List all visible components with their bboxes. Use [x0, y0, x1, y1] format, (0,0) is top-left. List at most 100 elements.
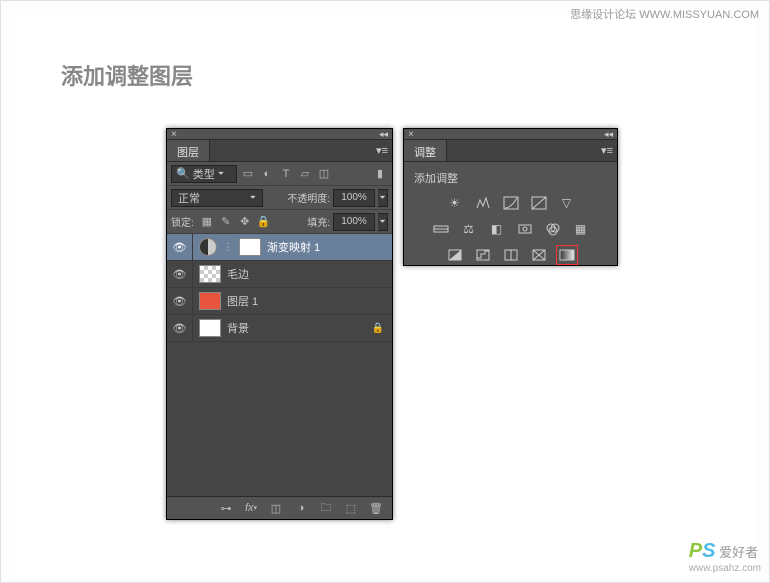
selective-color-icon[interactable]: [529, 246, 549, 264]
chevron-down-icon: ⏷: [250, 193, 256, 203]
filter-pixel-icon[interactable]: ▭: [240, 166, 256, 182]
adjust-row-1: ☀ ▽: [445, 194, 577, 212]
visibility-toggle[interactable]: 👁: [167, 234, 193, 260]
vibrance-icon[interactable]: ▽: [557, 194, 577, 212]
panel-menu-icon[interactable]: ▾≡: [601, 144, 613, 157]
exposure-icon[interactable]: [529, 194, 549, 212]
layer-content: 毛边: [193, 261, 392, 287]
opacity-input[interactable]: 100%: [333, 189, 375, 207]
tab-bar: 调整 ▾≡: [404, 140, 617, 162]
lock-transparent-icon[interactable]: ▦: [199, 214, 215, 230]
lock-label: 锁定:: [171, 214, 194, 229]
filter-type-icon[interactable]: T: [278, 166, 294, 182]
layer-list: 👁 ⋮ 渐变映射 1 👁 毛边 👁 图层 1 👁: [167, 234, 392, 496]
lock-row: 锁定: ▦ ✎ ✥ 🔒 填充: 100% ⏷: [167, 210, 392, 234]
lock-all-icon[interactable]: 🔒: [256, 214, 272, 230]
filter-smart-icon[interactable]: ◫: [316, 166, 332, 182]
threshold-icon[interactable]: [501, 246, 521, 264]
brand-p: P: [689, 540, 702, 562]
visibility-toggle[interactable]: 👁: [167, 288, 193, 314]
link-icon: ⋮: [223, 242, 233, 253]
visibility-toggle[interactable]: 👁: [167, 261, 193, 287]
gradient-map-icon[interactable]: [557, 246, 577, 264]
brightness-contrast-icon[interactable]: ☀: [445, 194, 465, 212]
filter-adjust-icon[interactable]: ◐: [259, 166, 275, 182]
fx-button[interactable]: fx▾: [243, 500, 259, 516]
lock-position-icon[interactable]: ✥: [237, 214, 253, 230]
layer-content: 图层 1: [193, 288, 392, 314]
layer-thumb[interactable]: [199, 292, 221, 310]
photo-filter-icon[interactable]: [515, 220, 535, 238]
layer-row-background[interactable]: 👁 背景 🔒: [167, 315, 392, 342]
filter-kind-label: 类型: [193, 166, 215, 182]
layer-thumb[interactable]: [199, 319, 221, 337]
layer-mask-thumb[interactable]: [239, 238, 261, 256]
link-layers-button[interactable]: ⊶: [218, 500, 234, 516]
adjust-title: 添加调整: [414, 170, 607, 186]
adjustment-thumb-icon: [199, 238, 217, 256]
layer-filter-row: 🔍 类型 ⏷ ▭ ◐ T ▱ ◫ ▮: [167, 162, 392, 186]
layer-name[interactable]: 渐变映射 1: [267, 239, 320, 255]
channel-mixer-icon[interactable]: [543, 220, 563, 238]
adjustments-panel: × ◂◂ 调整 ▾≡ 添加调整 ☀ ▽ ⚖ ◧ ▦: [403, 128, 618, 266]
lock-icon: 🔒: [372, 323, 384, 334]
layer-content: ⋮ 渐变映射 1: [193, 234, 392, 260]
close-icon[interactable]: ×: [171, 129, 177, 140]
opacity-label: 不透明度:: [287, 190, 330, 205]
add-mask-button[interactable]: ◫: [268, 500, 284, 516]
black-white-icon[interactable]: ◧: [487, 220, 507, 238]
layers-footer: ⊶ fx▾ ◫ ◑ 🗀 ⬚ 🗑: [167, 496, 392, 519]
collapse-icon[interactable]: ◂◂: [379, 129, 388, 140]
adjust-row-3: [445, 246, 577, 264]
layer-row-layer1[interactable]: 👁 图层 1: [167, 288, 392, 315]
new-adjustment-button[interactable]: ◑: [293, 500, 309, 516]
layer-content: 背景 🔒: [193, 315, 392, 341]
layer-name[interactable]: 毛边: [227, 266, 249, 282]
delete-layer-button[interactable]: 🗑: [368, 500, 384, 516]
opacity-chevron-icon[interactable]: ⏷: [378, 189, 388, 207]
layer-row-maobian[interactable]: 👁 毛边: [167, 261, 392, 288]
layer-row-gradient-map[interactable]: 👁 ⋮ 渐变映射 1: [167, 234, 392, 261]
page-title: 添加调整图层: [61, 59, 193, 91]
blend-mode-select[interactable]: 正常 ⏷: [171, 189, 263, 207]
levels-icon[interactable]: [473, 194, 493, 212]
panel-menu-icon[interactable]: ▾≡: [376, 144, 388, 157]
color-lookup-icon[interactable]: ▦: [571, 220, 591, 238]
brand-url: www.psahz.com: [689, 563, 761, 574]
watermark-bottom: PS 爱好者 www.psahz.com: [689, 540, 761, 574]
collapse-icon[interactable]: ◂◂: [604, 129, 613, 140]
layers-panel: × ◂◂ 图层 ▾≡ 🔍 类型 ⏷ ▭ ◐ T ▱ ◫ ▮ 正常 ⏷ 不透明度:…: [166, 128, 393, 520]
chevron-down-icon: ⏷: [218, 169, 224, 179]
layer-thumb[interactable]: [199, 265, 221, 283]
tab-adjustments[interactable]: 调整: [404, 140, 447, 161]
filter-kind-select[interactable]: 🔍 类型 ⏷: [171, 165, 237, 183]
color-balance-icon[interactable]: ⚖: [459, 220, 479, 238]
filter-shape-icon[interactable]: ▱: [297, 166, 313, 182]
search-icon: 🔍: [176, 167, 190, 180]
lock-pixels-icon[interactable]: ✎: [218, 214, 234, 230]
fill-label: 填充:: [307, 214, 330, 229]
brand-s: S: [702, 540, 715, 562]
tab-layers[interactable]: 图层: [167, 140, 210, 161]
adjust-body: 添加调整 ☀ ▽ ⚖ ◧ ▦: [404, 162, 617, 272]
layer-name[interactable]: 背景: [227, 320, 249, 336]
adjust-row-2: ⚖ ◧ ▦: [431, 220, 591, 238]
close-icon[interactable]: ×: [408, 129, 414, 140]
filter-toggle-icon[interactable]: ▮: [372, 166, 388, 182]
blend-row: 正常 ⏷ 不透明度: 100% ⏷: [167, 186, 392, 210]
panel-topbar[interactable]: × ◂◂: [167, 129, 392, 140]
new-layer-button[interactable]: ⬚: [343, 500, 359, 516]
watermark-top: 思缘设计论坛 WWW.MISSYUAN.COM: [570, 6, 759, 22]
visibility-toggle[interactable]: 👁: [167, 315, 193, 341]
invert-icon[interactable]: [445, 246, 465, 264]
panel-topbar[interactable]: × ◂◂: [404, 129, 617, 140]
blend-mode-label: 正常: [178, 190, 200, 206]
posterize-icon[interactable]: [473, 246, 493, 264]
new-group-button[interactable]: 🗀: [318, 500, 334, 516]
tab-bar: 图层 ▾≡: [167, 140, 392, 162]
hue-saturation-icon[interactable]: [431, 220, 451, 238]
fill-chevron-icon[interactable]: ⏷: [378, 213, 388, 231]
fill-input[interactable]: 100%: [333, 213, 375, 231]
curves-icon[interactable]: [501, 194, 521, 212]
layer-name[interactable]: 图层 1: [227, 293, 258, 309]
